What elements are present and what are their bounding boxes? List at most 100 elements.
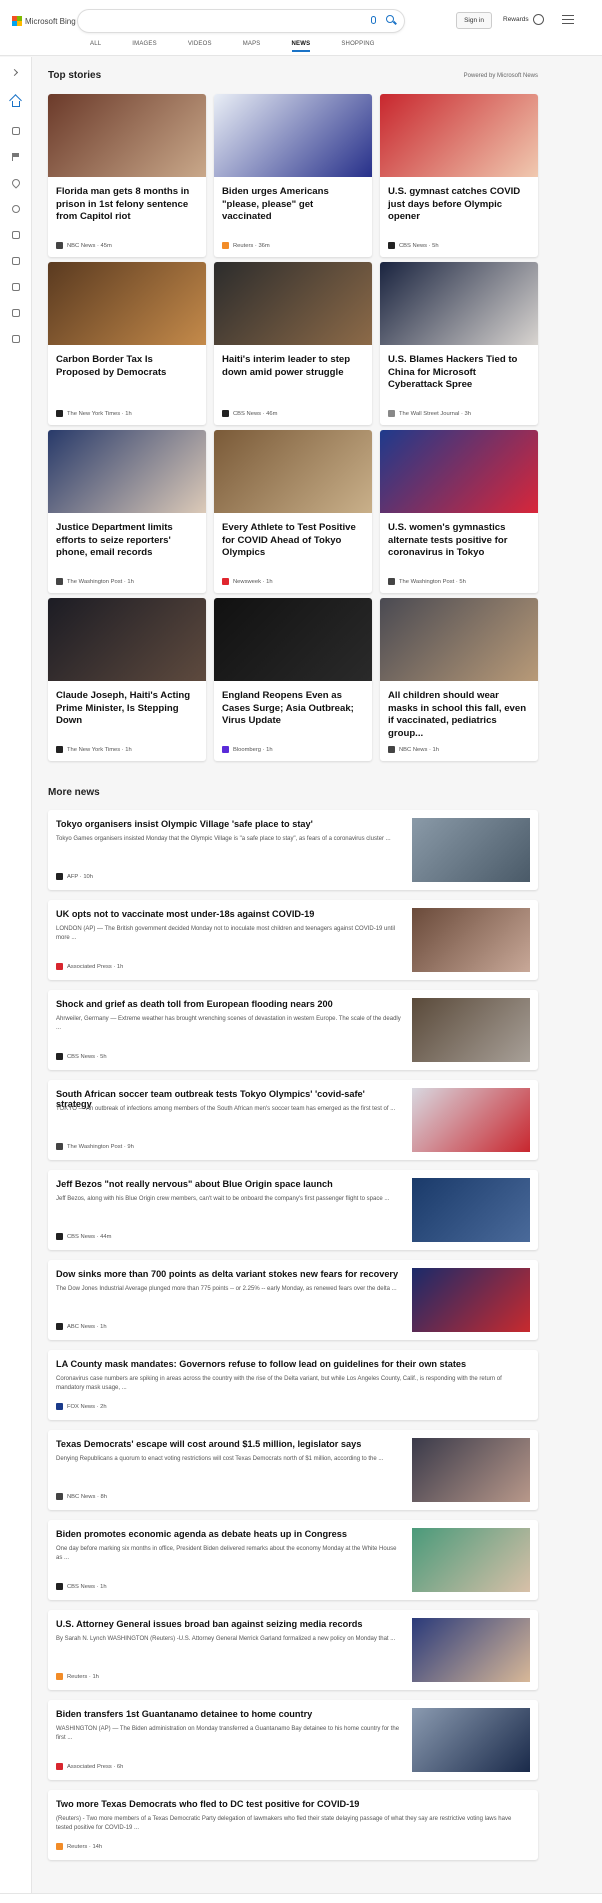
story-title[interactable]: U.S. gymnast catches COVID just days bef… (388, 186, 530, 224)
more-news-title[interactable]: UK opts not to vaccinate most under-18s … (56, 909, 401, 919)
story-title[interactable]: Biden urges Americans "please, please" g… (222, 186, 364, 224)
story-image[interactable] (380, 94, 538, 177)
more-news-title[interactable]: Jeff Bezos "not really nervous" about Bl… (56, 1179, 401, 1189)
more-news-title[interactable]: Shock and grief as death toll from Europ… (56, 999, 401, 1009)
expand-chevron-icon[interactable] (10, 68, 19, 77)
story-title[interactable]: Every Athlete to Test Positive for COVID… (222, 522, 364, 560)
menu-icon[interactable] (562, 15, 574, 24)
more-news-item[interactable]: UK opts not to vaccinate most under-18s … (48, 900, 538, 980)
more-news-title[interactable]: Texas Democrats' escape will cost around… (56, 1439, 401, 1449)
more-news-title[interactable]: Tokyo organisers insist Olympic Village … (56, 819, 401, 829)
tab-all[interactable]: ALL (90, 41, 101, 52)
car-icon[interactable] (12, 335, 20, 343)
source-logo-icon (56, 1143, 63, 1150)
source-text: The New York Times · 1h (67, 746, 132, 753)
search-box[interactable] (78, 10, 404, 32)
top-story-card[interactable]: Every Athlete to Test Positive for COVID… (214, 430, 372, 593)
search-input[interactable] (88, 14, 358, 28)
story-image[interactable] (214, 430, 372, 513)
story-image[interactable] (214, 598, 372, 681)
more-news-title[interactable]: Biden transfers 1st Guantanamo detainee … (56, 1709, 401, 1719)
story-title[interactable]: Florida man gets 8 months in prison in 1… (56, 186, 198, 224)
home-icon[interactable] (12, 101, 20, 107)
more-news-image[interactable] (412, 1438, 530, 1502)
top-story-card[interactable]: England Reopens Even as Cases Surge; Asi… (214, 598, 372, 761)
bing-logo[interactable]: Microsoft Bing (12, 15, 76, 27)
story-title[interactable]: All children should wear masks in school… (388, 690, 530, 740)
rewards-medal-icon[interactable] (533, 14, 544, 25)
more-news-item[interactable]: Texas Democrats' escape will cost around… (48, 1430, 538, 1510)
more-news-title[interactable]: LA County mask mandates: Governors refus… (56, 1359, 526, 1369)
story-title[interactable]: U.S. Blames Hackers Tied to China for Mi… (388, 354, 530, 392)
source-text: Newsweek · 1h (233, 578, 273, 585)
story-title[interactable]: U.S. women's gymnastics alternate tests … (388, 522, 530, 560)
location-pin-icon[interactable] (10, 177, 22, 189)
more-news-image[interactable] (412, 908, 530, 972)
more-news-image[interactable] (412, 998, 530, 1062)
story-title[interactable]: Claude Joseph, Haiti's Acting Prime Mini… (56, 690, 198, 728)
film-icon[interactable] (12, 283, 20, 291)
tools-icon[interactable] (12, 127, 20, 135)
search-icon[interactable] (386, 15, 394, 23)
more-news-item[interactable]: Dow sinks more than 700 points as delta … (48, 1260, 538, 1340)
tab-videos[interactable]: VIDEOS (188, 41, 212, 52)
story-image[interactable] (48, 598, 206, 681)
more-news-title[interactable]: Biden promotes economic agenda as debate… (56, 1529, 401, 1539)
top-story-card[interactable]: Haiti's interim leader to step down amid… (214, 262, 372, 425)
microphone-icon[interactable] (371, 16, 376, 24)
tab-shopping[interactable]: SHOPPING (341, 41, 374, 52)
story-image[interactable] (48, 262, 206, 345)
story-image[interactable] (214, 94, 372, 177)
story-image[interactable] (48, 94, 206, 177)
more-news-item[interactable]: Jeff Bezos "not really nervous" about Bl… (48, 1170, 538, 1250)
story-image[interactable] (380, 598, 538, 681)
more-news-item[interactable]: Two more Texas Democrats who fled to DC … (48, 1790, 538, 1860)
more-news-item[interactable]: Shock and grief as death toll from Europ… (48, 990, 538, 1070)
story-title[interactable]: Haiti's interim leader to step down amid… (222, 354, 364, 379)
rocket-icon[interactable] (12, 257, 20, 265)
tab-maps[interactable]: MAPS (243, 41, 261, 52)
globe-icon[interactable] (12, 205, 20, 213)
story-title[interactable]: England Reopens Even as Cases Surge; Asi… (222, 690, 364, 728)
more-news-item[interactable]: Biden promotes economic agenda as debate… (48, 1520, 538, 1600)
story-image[interactable] (380, 262, 538, 345)
more-news-title[interactable]: Dow sinks more than 700 points as delta … (56, 1269, 401, 1279)
more-news-image[interactable] (412, 1268, 530, 1332)
top-story-card[interactable]: Carbon Border Tax Is Proposed by Democra… (48, 262, 206, 425)
briefcase-icon[interactable] (12, 231, 20, 239)
more-news-item[interactable]: Biden transfers 1st Guantanamo detainee … (48, 1700, 538, 1780)
more-news-image[interactable] (412, 1178, 530, 1242)
top-story-card[interactable]: U.S. gymnast catches COVID just days bef… (380, 94, 538, 257)
more-news-item[interactable]: LA County mask mandates: Governors refus… (48, 1350, 538, 1420)
more-news-title[interactable]: U.S. Attorney General issues broad ban a… (56, 1619, 401, 1629)
tab-images[interactable]: IMAGES (132, 41, 157, 52)
bank-icon[interactable] (12, 309, 20, 317)
story-image[interactable] (380, 430, 538, 513)
top-story-card[interactable]: Florida man gets 8 months in prison in 1… (48, 94, 206, 257)
top-story-card[interactable]: Claude Joseph, Haiti's Acting Prime Mini… (48, 598, 206, 761)
top-story-card[interactable]: U.S. women's gymnastics alternate tests … (380, 430, 538, 593)
more-news-image[interactable] (412, 1618, 530, 1682)
more-news-item[interactable]: Tokyo organisers insist Olympic Village … (48, 810, 538, 890)
more-news-title[interactable]: Two more Texas Democrats who fled to DC … (56, 1799, 526, 1809)
story-title[interactable]: Carbon Border Tax Is Proposed by Democra… (56, 354, 198, 379)
rewards-link[interactable]: Rewards (503, 16, 529, 23)
tab-news[interactable]: NEWS (291, 41, 311, 52)
story-title[interactable]: Justice Department limits efforts to sei… (56, 522, 198, 560)
flag-icon[interactable] (12, 153, 20, 161)
more-news-snippet: Denying Republicans a quorum to enact vo… (56, 1456, 384, 1462)
top-story-card[interactable]: U.S. Blames Hackers Tied to China for Mi… (380, 262, 538, 425)
story-image[interactable] (214, 262, 372, 345)
more-news-image[interactable] (412, 1528, 530, 1592)
top-story-card[interactable]: All children should wear masks in school… (380, 598, 538, 761)
more-news-image[interactable] (412, 1088, 530, 1152)
more-news-item[interactable]: U.S. Attorney General issues broad ban a… (48, 1610, 538, 1690)
source-logo-icon (222, 242, 229, 249)
more-news-image[interactable] (412, 818, 530, 882)
top-story-card[interactable]: Justice Department limits efforts to sei… (48, 430, 206, 593)
more-news-item[interactable]: South African soccer team outbreak tests… (48, 1080, 538, 1160)
more-news-image[interactable] (412, 1708, 530, 1772)
top-story-card[interactable]: Biden urges Americans "please, please" g… (214, 94, 372, 257)
sign-in-button[interactable]: Sign in (456, 12, 492, 29)
story-image[interactable] (48, 430, 206, 513)
